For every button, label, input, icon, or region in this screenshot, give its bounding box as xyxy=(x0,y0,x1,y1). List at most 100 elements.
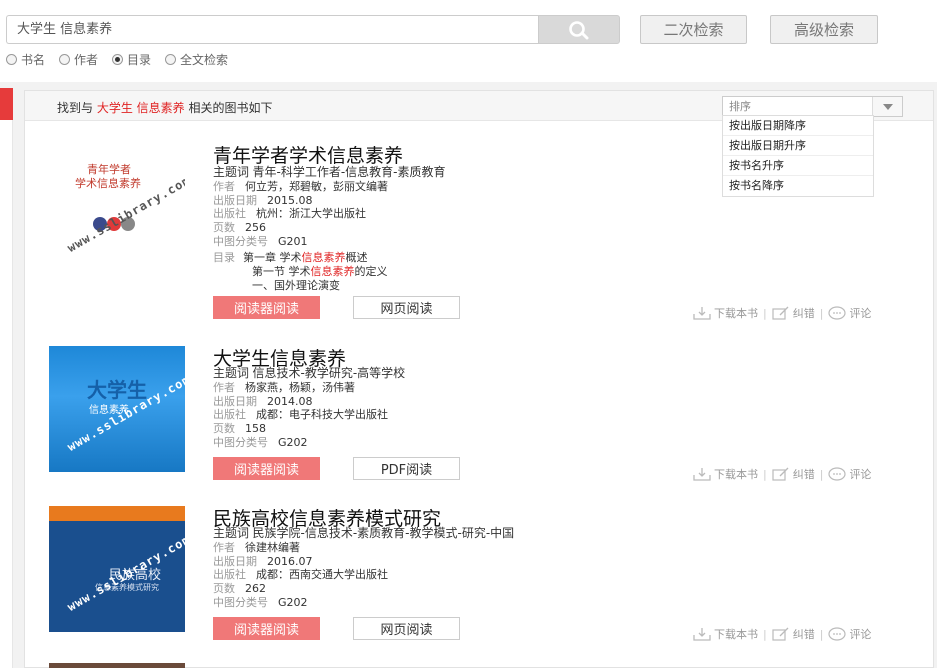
book-actions: 下载本书 | 纠错 | 评论 xyxy=(693,305,871,321)
web-read-button[interactable]: 网页阅读 xyxy=(353,296,460,319)
download-icon xyxy=(693,628,711,641)
reader-read-button[interactable]: 阅读器阅读 xyxy=(213,617,320,640)
toc-line: 第一章 学术 xyxy=(243,251,302,264)
sort-option-date-asc[interactable]: 按出版日期升序 xyxy=(723,136,873,156)
comment-link[interactable]: 评论 xyxy=(828,466,871,482)
search-mode-group: 书名 作者 目录 全文检索 xyxy=(6,51,228,68)
book-cover[interactable]: 青年学者 学术信息素养 www.sslibrary.com xyxy=(49,147,185,273)
book-pubdate: 2016.07 xyxy=(267,554,313,568)
error-label: 纠错 xyxy=(792,628,815,641)
book-pages: 262 xyxy=(245,582,266,596)
book-publisher: 杭州：浙江大学出版社 xyxy=(256,207,366,221)
book-topic: 信息技术-教学研究-高等学校 xyxy=(252,366,406,380)
label-clc: 中图分类号 xyxy=(213,595,268,609)
left-sidebar xyxy=(0,88,13,668)
error-label: 纠错 xyxy=(792,307,815,320)
search-header: 大学生 信息素养 二次检索 高级检索 书名 作者 目录 全文检索 xyxy=(0,0,937,82)
sort-option-date-desc[interactable]: 按出版日期降序 xyxy=(723,116,873,136)
cover-subtitle: 学术信息素养 xyxy=(75,177,141,190)
reader-read-button[interactable]: 阅读器阅读 xyxy=(213,296,320,319)
book-pubdate: 2014.08 xyxy=(267,394,313,408)
toc-highlight: 信息素养 xyxy=(310,264,355,278)
mode-author[interactable]: 作者 xyxy=(59,51,98,68)
mode-label: 目录 xyxy=(127,53,152,67)
book-info: 主题词 民族学院-信息技术-素质教育-教学模式-研究-中国 作者 徐建林编著 出版… xyxy=(213,526,515,610)
mode-label: 书名 xyxy=(21,53,46,67)
cover-watermark: www.sslibrary.com xyxy=(64,531,185,615)
toc-line-end: 的定义 xyxy=(354,264,388,278)
book-pages: 158 xyxy=(245,422,266,436)
label-author: 作者 xyxy=(213,540,235,554)
download-link[interactable]: 下载本书 xyxy=(693,305,758,321)
book-info: 主题词 青年-科学工作者-信息教育-素质教育 作者 何立芳，郑碧敏，彭丽文编著 出… xyxy=(213,165,446,249)
download-link[interactable]: 下载本书 xyxy=(693,466,758,482)
chevron-down-icon[interactable] xyxy=(872,97,902,116)
sort-option-title-asc[interactable]: 按书名升序 xyxy=(723,156,873,176)
book-actions: 下载本书 | 纠错 | 评论 xyxy=(693,626,871,642)
book-pubdate: 2015.08 xyxy=(267,193,313,207)
mode-fulltext[interactable]: 全文检索 xyxy=(165,51,228,68)
book-info: 主题词 信息技术-教学研究-高等学校 作者 杨家燕，杨颖，汤伟著 出版日期 2014… xyxy=(213,366,406,450)
label-toc: 目录 xyxy=(213,251,235,264)
summary-suffix: 相关的图书如下 xyxy=(188,101,273,115)
mode-label: 全文检索 xyxy=(180,53,229,67)
advanced-search-button[interactable]: 高级检索 xyxy=(770,15,878,44)
reader-read-button[interactable]: 阅读器阅读 xyxy=(213,457,320,480)
label-pubdate: 出版日期 xyxy=(213,394,257,408)
book-actions: 下载本书 | 纠错 | 评论 xyxy=(693,466,871,482)
book-author: 何立芳，郑碧敏，彭丽文编著 xyxy=(245,179,388,193)
label-topic: 主题词 xyxy=(213,366,250,380)
book-cover[interactable]: 民族高校 信息素养模式研究 www.sslibrary.com xyxy=(49,506,185,632)
mode-label: 作者 xyxy=(74,53,99,67)
book-title[interactable]: 青年学者学术信息素养 xyxy=(213,141,403,168)
web-read-button[interactable]: 网页阅读 xyxy=(353,617,460,640)
edit-icon xyxy=(772,627,789,641)
label-pages: 页数 xyxy=(213,422,235,436)
error-report-link[interactable]: 纠错 xyxy=(772,626,815,642)
book-cover[interactable]: 大学生 信息素养 www.sslibrary.com xyxy=(49,346,185,472)
left-sidebar-active-tab[interactable] xyxy=(0,88,13,120)
comment-link[interactable]: 评论 xyxy=(828,305,871,321)
radio-icon[interactable] xyxy=(59,54,71,65)
radio-selected-icon[interactable] xyxy=(112,54,124,65)
toc-line-end: 概述 xyxy=(345,251,368,264)
mode-toc[interactable]: 目录 xyxy=(112,51,151,68)
error-report-link[interactable]: 纠错 xyxy=(772,466,815,482)
edit-icon xyxy=(772,306,789,320)
search-input[interactable]: 大学生 信息素养 xyxy=(6,15,538,44)
comment-link[interactable]: 评论 xyxy=(828,626,871,642)
label-topic: 主题词 xyxy=(213,165,250,179)
comment-icon xyxy=(828,467,847,481)
sort-dropdown-menu: 按出版日期降序 按出版日期升序 按书名升序 按书名降序 xyxy=(722,115,874,197)
label-publisher: 出版社 xyxy=(213,568,246,582)
book-publisher: 成都：电子科技大学出版社 xyxy=(256,408,388,422)
label-pubdate: 出版日期 xyxy=(213,554,257,568)
pdf-read-button[interactable]: PDF阅读 xyxy=(353,457,460,480)
label-clc: 中图分类号 xyxy=(213,234,268,248)
label-pages: 页数 xyxy=(213,221,235,235)
summary-prefix: 找到与 xyxy=(57,101,94,115)
radio-icon[interactable] xyxy=(6,54,17,65)
edit-icon xyxy=(772,467,789,481)
error-label: 纠错 xyxy=(792,468,815,481)
sort-option-title-desc[interactable]: 按书名降序 xyxy=(723,176,873,196)
download-label: 下载本书 xyxy=(714,628,758,641)
book-pages: 256 xyxy=(245,221,266,235)
book-item: 大学生 信息素养 www.sslibrary.com 大学生信息素养 主题词 信… xyxy=(25,336,933,496)
search-button[interactable] xyxy=(538,15,620,44)
error-report-link[interactable]: 纠错 xyxy=(772,305,815,321)
label-publisher: 出版社 xyxy=(213,207,246,221)
radio-icon[interactable] xyxy=(165,54,177,65)
results-panel: 找到与 大学生 信息素养 相关的图书如下 排序 按出版日期降序 按出版日期升序 … xyxy=(24,90,934,668)
download-link[interactable]: 下载本书 xyxy=(693,626,758,642)
book-author: 杨家燕，杨颖，汤伟著 xyxy=(245,380,355,394)
summary-keyword: 大学生 信息素养 xyxy=(96,101,185,115)
mode-title[interactable]: 书名 xyxy=(6,51,45,68)
second-search-button[interactable]: 二次检索 xyxy=(640,15,747,44)
comment-label: 评论 xyxy=(849,468,872,481)
comment-icon xyxy=(828,306,847,320)
book-topic: 民族学院-信息技术-素质教育-教学模式-研究-中国 xyxy=(252,526,515,540)
book-clc: G202 xyxy=(278,435,308,449)
book-toc: 目录 第一章 学术信息素养概述 第一节 学术信息素养的定义 一、国外理论演变 xyxy=(213,251,388,292)
sort-select[interactable]: 排序 xyxy=(722,96,903,117)
